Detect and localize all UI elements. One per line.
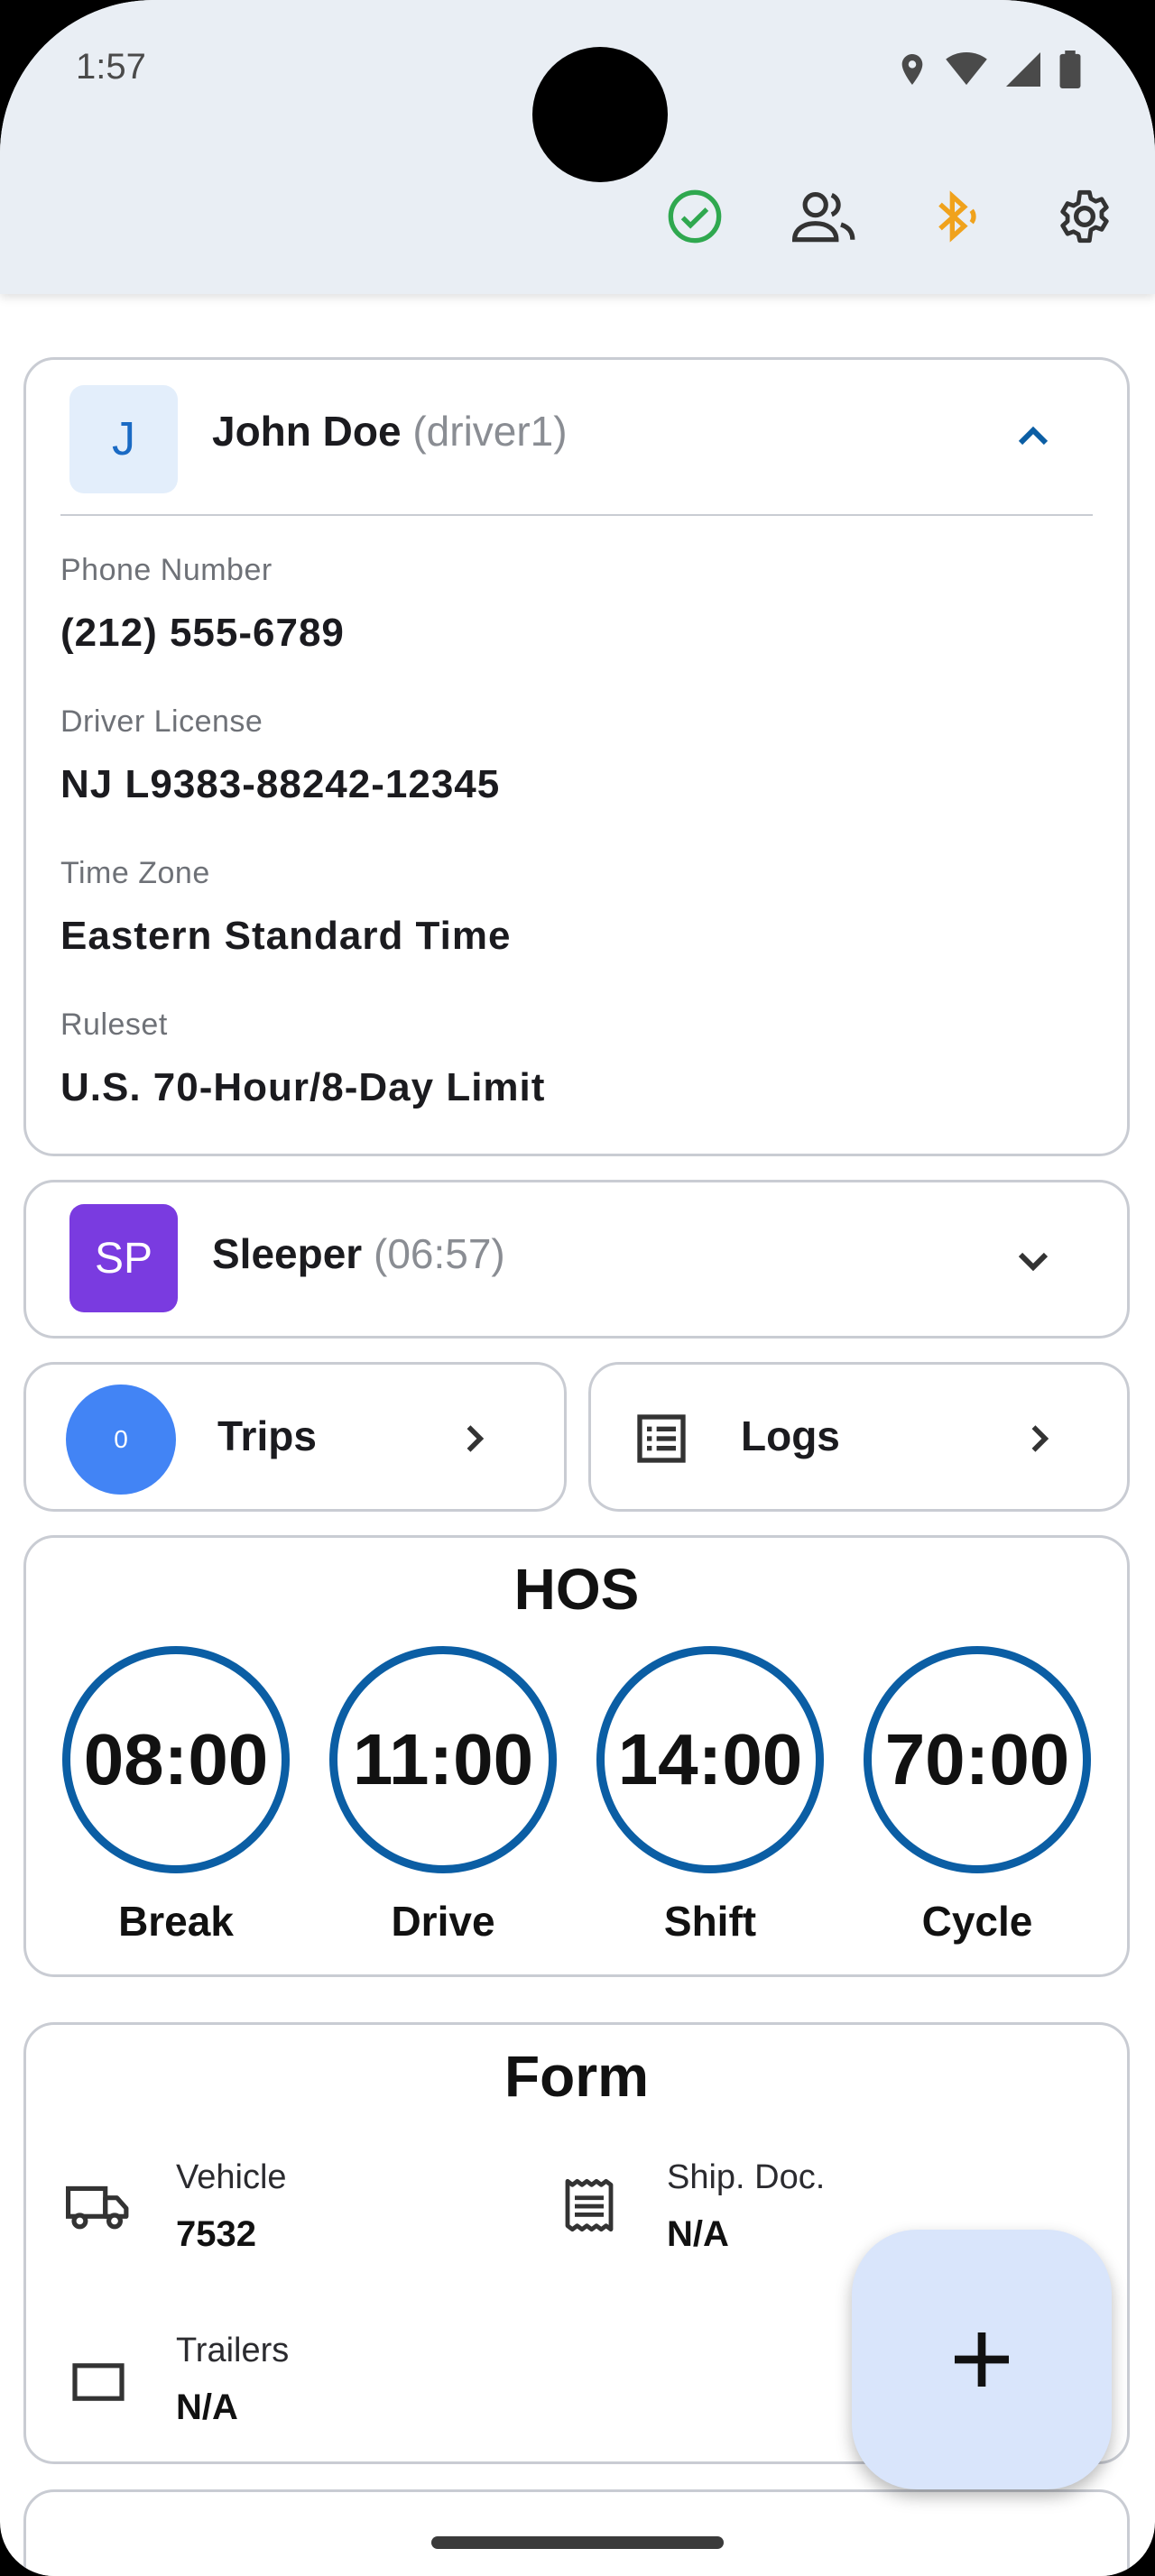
gear-icon <box>1060 189 1109 244</box>
ruleset-value: U.S. 70-Hour/8-Day Limit <box>60 1065 546 1109</box>
phone-value: (212) 555-6789 <box>60 611 345 655</box>
logs-label: Logs <box>741 1412 840 1459</box>
list-document-icon <box>637 1414 686 1463</box>
trailer-icon <box>72 2363 125 2401</box>
header-actions <box>651 180 1128 253</box>
bluetooth-icon <box>938 190 976 243</box>
chevron-up-icon[interactable] <box>1012 416 1055 459</box>
duty-status: Sleeper <box>212 1230 363 1277</box>
duty-status-duration: (06:57) <box>374 1230 505 1277</box>
location-icon <box>901 54 923 85</box>
truck-icon <box>66 2185 129 2230</box>
shift-clock: 14:00 <box>596 1646 824 1873</box>
shift-label: Shift <box>663 1898 757 1945</box>
driver-card-divider <box>60 514 1093 516</box>
license-value: NJ L9383-88242-12345 <box>60 762 501 806</box>
license-label: Driver License <box>60 704 263 739</box>
check-circle-icon <box>668 189 722 244</box>
status-icons <box>897 51 1081 88</box>
duty-status-avatar: SP <box>69 1204 178 1312</box>
drivers-button[interactable] <box>781 180 868 253</box>
drive-clock: 11:00 <box>329 1646 557 1873</box>
battery-icon <box>1059 51 1081 88</box>
app-screen: 1:57 J John Doe (driver1) Phone Number (… <box>0 0 1155 2576</box>
break-clock: 08:00 <box>62 1646 290 1873</box>
trips-label: Trips <box>217 1412 317 1459</box>
driver-card-header[interactable]: J John Doe (driver1) <box>26 360 1127 513</box>
chevron-right-icon <box>1031 1425 1049 1452</box>
settings-button[interactable] <box>1041 180 1128 253</box>
cycle-clock: 70:00 <box>864 1646 1091 1873</box>
receipt-icon <box>565 2178 614 2232</box>
driver-username: (driver1) <box>412 408 568 455</box>
driver-avatar: J <box>69 385 178 493</box>
driver-name-line: John Doe (driver1) <box>212 407 568 455</box>
trips-button[interactable]: 0 Trips <box>23 1362 567 1512</box>
add-button[interactable] <box>852 2230 1112 2489</box>
signal-icon <box>1006 52 1040 87</box>
drive-label: Drive <box>391 1898 495 1945</box>
form-title: Form <box>504 2044 649 2109</box>
chevron-down-icon[interactable] <box>1012 1238 1055 1282</box>
ruleset-label: Ruleset <box>60 1007 168 1042</box>
bluetooth-button[interactable] <box>911 180 998 253</box>
next-card <box>23 2489 1130 2576</box>
duty-status-line: Sleeper (06:57) <box>212 1229 505 1278</box>
hos-title: HOS <box>513 1557 640 1622</box>
status-time: 1:57 <box>76 47 146 87</box>
sync-status-button[interactable] <box>651 180 738 253</box>
hos-card: HOS 08:00 Break 11:00 Drive 14:00 Shift … <box>23 1535 1130 1977</box>
break-label: Break <box>118 1898 234 1945</box>
cycle-label: Cycle <box>921 1898 1033 1945</box>
ship-doc-value[interactable]: N/A <box>667 2214 729 2255</box>
home-indicator[interactable] <box>431 2536 724 2549</box>
ship-doc-label: Ship. Doc. <box>667 2158 826 2196</box>
logs-button[interactable]: Logs <box>588 1362 1130 1512</box>
trailers-value[interactable]: N/A <box>176 2387 238 2428</box>
phone-label: Phone Number <box>60 553 273 587</box>
vehicle-value[interactable]: 7532 <box>176 2214 256 2255</box>
driver-card: J John Doe (driver1) Phone Number (212) … <box>23 357 1130 1156</box>
camera-cutout <box>532 47 668 182</box>
driver-name: John Doe <box>212 408 402 455</box>
people-icon <box>792 192 855 243</box>
vehicle-label: Vehicle <box>176 2158 287 2196</box>
timezone-value: Eastern Standard Time <box>60 914 512 958</box>
trailers-label: Trailers <box>176 2332 290 2369</box>
wifi-icon <box>946 52 987 86</box>
timezone-label: Time Zone <box>60 856 210 890</box>
chevron-right-icon <box>467 1425 485 1452</box>
app-bar: 1:57 <box>0 0 1155 294</box>
trips-count-badge: 0 <box>66 1385 176 1495</box>
plus-icon <box>955 2332 1009 2387</box>
duty-status-card[interactable]: SP Sleeper (06:57) <box>23 1180 1130 1339</box>
